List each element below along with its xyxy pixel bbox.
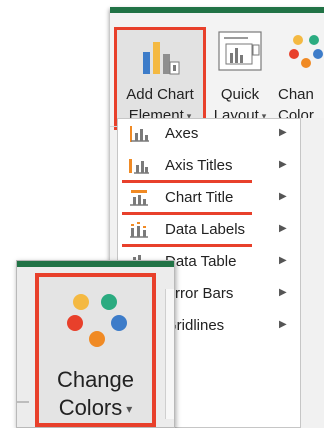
divider: [17, 401, 29, 403]
quick-layout-button[interactable]: Quick Layout ▾: [210, 27, 270, 130]
add-chart-element-icon: [143, 42, 180, 75]
menu-item-axes[interactable]: Axes ▶: [118, 119, 300, 149]
change-colors-label-line1: Chan: [278, 86, 314, 103]
quick-layout-icon: [218, 31, 262, 71]
submenu-arrow-icon: ▶: [279, 191, 287, 202]
submenu-arrow-icon: ▶: [279, 319, 287, 330]
submenu-arrow-icon: ▶: [279, 255, 287, 266]
highlight-underline: [122, 244, 252, 247]
change-colors-button[interactable]: Change Colors ▾: [35, 273, 156, 427]
chart-title-icon: [130, 190, 148, 206]
menu-item-label: Axes: [165, 125, 199, 142]
add-chart-element-button[interactable]: Add Chart Element ▾: [114, 27, 206, 130]
add-chart-label-line1: Add Chart: [126, 86, 194, 103]
submenu-arrow-icon: ▶: [279, 287, 287, 298]
highlight-underline: [122, 212, 252, 215]
menu-item-label: Data Table: [165, 253, 237, 270]
quick-layout-label-line1: Quick: [220, 86, 260, 103]
menu-item-axis-titles[interactable]: Axis Titles ▶: [118, 151, 300, 181]
submenu-arrow-icon: ▶: [279, 159, 287, 170]
menu-item-label: Error Bars: [165, 285, 234, 302]
change-colors-icon: [67, 294, 127, 347]
menu-item-chart-title[interactable]: Chart Title ▶: [118, 183, 300, 213]
menu-item-label: Chart Title: [165, 189, 234, 206]
axes-icon: [130, 126, 149, 142]
axis-titles-icon: [129, 159, 149, 174]
dropdown-caret-icon: ▾: [126, 402, 133, 417]
submenu-arrow-icon: ▶: [279, 127, 287, 138]
menu-item-label: Axis Titles: [165, 157, 233, 174]
sheet-background-strip: [301, 118, 324, 428]
change-colors-zoom-inset: Change Colors ▾: [16, 260, 175, 428]
adjacent-control-partial: [165, 289, 174, 419]
highlight-underline: [122, 180, 252, 183]
change-colors-icon: [289, 35, 323, 68]
title-bar: [17, 261, 174, 267]
data-labels-icon: [130, 222, 148, 238]
change-colors-label-line1: Change: [56, 367, 135, 392]
menu-item-data-labels[interactable]: Data Labels ▶: [118, 215, 300, 245]
submenu-arrow-icon: ▶: [279, 223, 287, 234]
ribbon-group-chart-layouts: Add Chart Element ▾ Quick Layout ▾ Chan …: [110, 13, 324, 130]
change-colors-button-partial[interactable]: Chan Color: [278, 27, 324, 130]
menu-item-label: Data Labels: [165, 221, 246, 238]
change-colors-label-line2: Colors ▾: [58, 395, 133, 420]
